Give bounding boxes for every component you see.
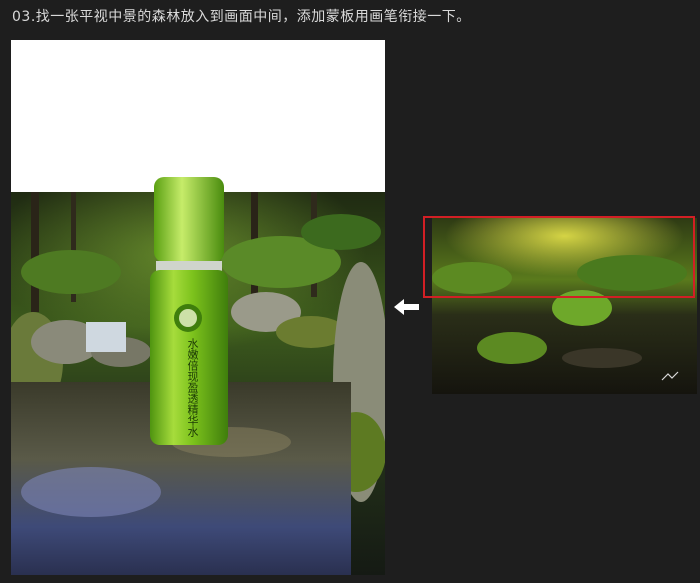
step-title: 03.找一张平视中景的森林放入到画面中间，添加蒙板用画笔衔接一下。: [12, 9, 471, 25]
product-label-text: 水嫩倍现盈透精华水: [186, 338, 199, 437]
left-arrow-icon: [394, 299, 419, 315]
selection-highlight-box: [423, 216, 695, 298]
main-composite-canvas: 水嫩倍现盈透精华水: [11, 40, 385, 575]
